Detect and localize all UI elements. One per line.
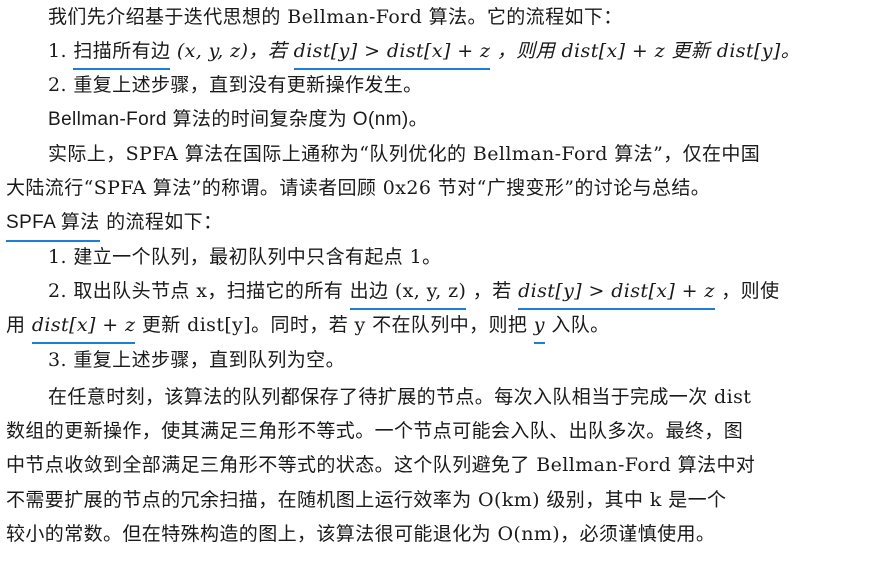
text: ，若 <box>472 280 512 302</box>
underlined-relax-condition: dist[y] > dist[x] + z <box>293 34 491 70</box>
text: (x, y, z)，若 <box>176 40 288 62</box>
underlined-new-dist: dist[x] + z <box>31 308 136 344</box>
text: 较小的常数。但在特殊构造的图上，该算法很可能退化为 O(nm)，必须谨慎使用。 <box>6 523 716 545</box>
paragraph-analysis-2: 数组的更新操作，使其满足三角形不等式。一个节点可能会入队、出队多次。最终，图 <box>0 414 875 448</box>
bf-step-1: 1. 扫描所有边 (x, y, z)，若 dist[y] > dist[x] +… <box>0 34 875 70</box>
text: 2. 重复上述步骤，直到没有更新操作发生。 <box>48 74 423 96</box>
text: Bellman-Ford 算法的时间复杂度为 O(nm)。 <box>48 109 429 130</box>
text: 更新 dist[y]。同时，若 y 不在队列中，则把 <box>141 314 528 336</box>
paragraph-spfa-1: 实际上，SPFA 算法在国际上通称为“队列优化的 Bellman-Ford 算法… <box>0 137 875 171</box>
text: 不需要扩展的节点的冗余扫描，在随机图上运行效率为 O(km) 级别，其中 k 是… <box>6 489 727 511</box>
paragraph-analysis-1: 在任意时刻，该算法的队列都保存了待扩展的节点。每次入队相当于完成一次 dist <box>0 380 875 414</box>
paragraph-analysis-4: 不需要扩展的节点的冗余扫描，在随机图上运行效率为 O(km) 级别，其中 k 是… <box>0 483 875 517</box>
bf-complexity: Bellman-Ford 算法的时间复杂度为 O(nm)。 <box>0 102 875 136</box>
paragraph-intro: 我们先介绍基于迭代思想的 Bellman-Ford 算法。它的流程如下： <box>0 0 875 34</box>
spfa-step-2: 2. 取出队头节点 x，扫描它的所有 出边 (x, y, z) ，若 dist[… <box>0 274 875 310</box>
text: 实际上，SPFA 算法在国际上通称为“队列优化的 Bellman-Ford 算法… <box>48 143 761 165</box>
bf-step-2: 2. 重复上述步骤，直到没有更新操作发生。 <box>0 68 875 102</box>
spfa-step-1: 1. 建立一个队列，最初队列中只含有起点 1。 <box>0 240 875 274</box>
text: 入队。 <box>551 314 610 336</box>
underlined-relax-condition: dist[y] > dist[x] + z <box>518 274 715 310</box>
text: 的流程如下： <box>106 211 223 233</box>
step-number: 1. <box>48 40 67 62</box>
text: 数组的更新操作，使其满足三角形不等式。一个节点可能会入队、出队多次。最终，图 <box>6 420 744 442</box>
underlined-spfa: SPFA 算法 <box>6 206 100 242</box>
text: ，则使 <box>721 280 780 302</box>
document-page: 我们先介绍基于迭代思想的 Bellman-Ford 算法。它的流程如下： 1. … <box>0 0 875 567</box>
text: ，则用 dist[x] + z 更新 dist[y]。 <box>496 40 801 62</box>
underlined-out-edges: 出边 (x, y, z) <box>349 274 467 310</box>
spfa-step-3: 3. 重复上述步骤，直到队列为空。 <box>0 343 875 377</box>
text: 中节点收敛到全部满足三角形不等式的状态。这个队列避免了 Bellman-Ford… <box>6 454 756 476</box>
paragraph-spfa-2: 大陆流行“SPFA 算法”的称谓。请读者回顾 0x26 节对“广搜变形”的讨论与… <box>0 171 875 205</box>
text: 2. 取出队头节点 x，扫描它的所有 <box>48 280 344 302</box>
text: 3. 重复上述步骤，直到队列为空。 <box>48 349 345 371</box>
text: 大陆流行“SPFA 算法”的称谓。请读者回顾 0x26 节对“广搜变形”的讨论与… <box>6 177 711 199</box>
spfa-heading: SPFA 算法 的流程如下： <box>0 205 875 242</box>
underlined-y: y <box>533 308 545 344</box>
text: 在任意时刻，该算法的队列都保存了待扩展的节点。每次入队相当于完成一次 dist <box>48 386 752 408</box>
text: 1. 建立一个队列，最初队列中只含有起点 1。 <box>48 246 442 268</box>
paragraph-analysis-5: 较小的常数。但在特殊构造的图上，该算法很可能退化为 O(nm)，必须谨慎使用。 <box>0 517 875 551</box>
paragraph-analysis-3: 中节点收敛到全部满足三角形不等式的状态。这个队列避免了 Bellman-Ford… <box>0 448 875 482</box>
spfa-step-2-cont: 用 dist[x] + z 更新 dist[y]。同时，若 y 不在队列中，则把… <box>0 308 875 344</box>
text: 我们先介绍基于迭代思想的 Bellman-Ford 算法。它的流程如下： <box>48 6 623 28</box>
text: 用 <box>6 314 26 336</box>
underlined-scan-edges: 扫描所有边 <box>73 34 171 70</box>
